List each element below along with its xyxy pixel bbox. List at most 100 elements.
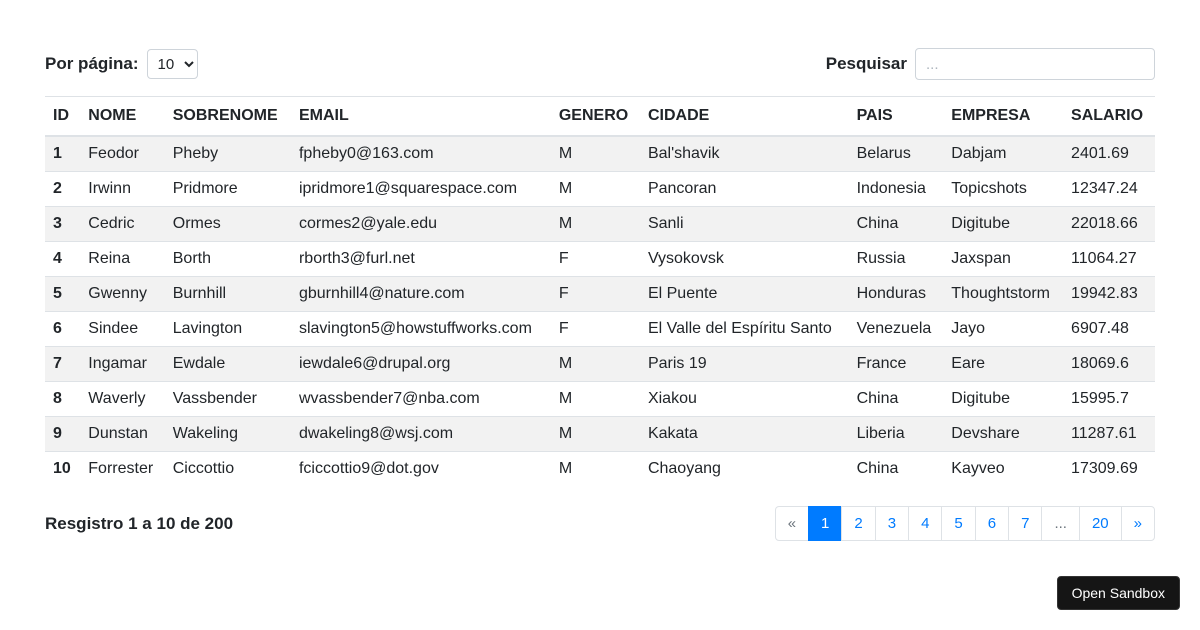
cell-sobrenome: Pridmore bbox=[165, 172, 291, 207]
cell-cidade: Sanli bbox=[640, 207, 849, 242]
col-email[interactable]: EMAIL bbox=[291, 97, 551, 137]
cell-genero: M bbox=[551, 382, 640, 417]
cell-nome: Forrester bbox=[80, 452, 164, 487]
cell-salario: 15995.7 bbox=[1063, 382, 1155, 417]
cell-pais: Honduras bbox=[849, 277, 944, 312]
search-input[interactable] bbox=[915, 48, 1155, 80]
col-salario[interactable]: SALARIO bbox=[1063, 97, 1155, 137]
cell-id: 1 bbox=[45, 136, 80, 172]
cell-nome: Reina bbox=[80, 242, 164, 277]
search-label: Pesquisar bbox=[826, 54, 907, 74]
cell-id: 2 bbox=[45, 172, 80, 207]
per-page-select[interactable]: 10 bbox=[147, 49, 198, 79]
page-prev-link: « bbox=[776, 507, 808, 540]
page-1-link[interactable]: 1 bbox=[809, 507, 841, 540]
page-6[interactable]: 6 bbox=[975, 506, 1009, 541]
cell-email: gburnhill4@nature.com bbox=[291, 277, 551, 312]
page-6-link[interactable]: 6 bbox=[976, 507, 1008, 540]
cell-cidade: El Valle del Espíritu Santo bbox=[640, 312, 849, 347]
page-3[interactable]: 3 bbox=[875, 506, 909, 541]
cell-nome: Irwinn bbox=[80, 172, 164, 207]
cell-genero: M bbox=[551, 172, 640, 207]
cell-nome: Dunstan bbox=[80, 417, 164, 452]
cell-pais: Indonesia bbox=[849, 172, 944, 207]
cell-salario: 11064.27 bbox=[1063, 242, 1155, 277]
cell-salario: 19942.83 bbox=[1063, 277, 1155, 312]
cell-pais: Liberia bbox=[849, 417, 944, 452]
cell-empresa: Jayo bbox=[943, 312, 1063, 347]
open-sandbox-button[interactable]: Open Sandbox bbox=[1057, 576, 1180, 610]
table-row: 10ForresterCiccottiofciccottio9@dot.govM… bbox=[45, 452, 1155, 487]
cell-sobrenome: Vassbender bbox=[165, 382, 291, 417]
col-id[interactable]: ID bbox=[45, 97, 80, 137]
cell-email: fciccottio9@dot.gov bbox=[291, 452, 551, 487]
col-nome[interactable]: NOME bbox=[80, 97, 164, 137]
cell-cidade: Bal'shavik bbox=[640, 136, 849, 172]
page-ellipsis: ... bbox=[1041, 506, 1080, 541]
col-sobrenome[interactable]: SOBRENOME bbox=[165, 97, 291, 137]
page-2-link[interactable]: 2 bbox=[842, 507, 874, 540]
cell-empresa: Devshare bbox=[943, 417, 1063, 452]
col-pais[interactable]: PAIS bbox=[849, 97, 944, 137]
page-1[interactable]: 1 bbox=[808, 506, 842, 541]
cell-salario: 12347.24 bbox=[1063, 172, 1155, 207]
cell-empresa: Digitube bbox=[943, 382, 1063, 417]
cell-sobrenome: Wakeling bbox=[165, 417, 291, 452]
col-empresa[interactable]: EMPRESA bbox=[943, 97, 1063, 137]
cell-sobrenome: Ormes bbox=[165, 207, 291, 242]
cell-genero: M bbox=[551, 207, 640, 242]
cell-cidade: Chaoyang bbox=[640, 452, 849, 487]
page-20-link[interactable]: 20 bbox=[1080, 507, 1121, 540]
cell-genero: F bbox=[551, 277, 640, 312]
cell-id: 6 bbox=[45, 312, 80, 347]
cell-email: slavington5@howstuffworks.com bbox=[291, 312, 551, 347]
page-4-link[interactable]: 4 bbox=[909, 507, 941, 540]
cell-id: 10 bbox=[45, 452, 80, 487]
page-next-link[interactable]: » bbox=[1122, 507, 1154, 540]
cell-nome: Sindee bbox=[80, 312, 164, 347]
page-7-link[interactable]: 7 bbox=[1009, 507, 1041, 540]
cell-sobrenome: Ewdale bbox=[165, 347, 291, 382]
cell-id: 3 bbox=[45, 207, 80, 242]
cell-pais: Russia bbox=[849, 242, 944, 277]
page-7[interactable]: 7 bbox=[1008, 506, 1042, 541]
cell-pais: China bbox=[849, 207, 944, 242]
cell-pais: China bbox=[849, 452, 944, 487]
cell-salario: 18069.6 bbox=[1063, 347, 1155, 382]
table-row: 3CedricOrmescormes2@yale.eduMSanliChinaD… bbox=[45, 207, 1155, 242]
cell-email: dwakeling8@wsj.com bbox=[291, 417, 551, 452]
page-3-link[interactable]: 3 bbox=[876, 507, 908, 540]
cell-cidade: Vysokovsk bbox=[640, 242, 849, 277]
table-row: 7IngamarEwdaleiewdale6@drupal.orgMParis … bbox=[45, 347, 1155, 382]
page-2[interactable]: 2 bbox=[841, 506, 875, 541]
cell-empresa: Dabjam bbox=[943, 136, 1063, 172]
cell-email: cormes2@yale.edu bbox=[291, 207, 551, 242]
cell-cidade: Pancoran bbox=[640, 172, 849, 207]
cell-email: fpheby0@163.com bbox=[291, 136, 551, 172]
cell-nome: Waverly bbox=[80, 382, 164, 417]
page-4[interactable]: 4 bbox=[908, 506, 942, 541]
col-genero[interactable]: GENERO bbox=[551, 97, 640, 137]
cell-empresa: Digitube bbox=[943, 207, 1063, 242]
page-next[interactable]: » bbox=[1121, 506, 1155, 541]
cell-genero: M bbox=[551, 452, 640, 487]
data-table: ID NOME SOBRENOME EMAIL GENERO CIDADE PA… bbox=[45, 96, 1155, 486]
cell-sobrenome: Lavington bbox=[165, 312, 291, 347]
cell-nome: Cedric bbox=[80, 207, 164, 242]
cell-id: 4 bbox=[45, 242, 80, 277]
cell-salario: 17309.69 bbox=[1063, 452, 1155, 487]
page-5-link[interactable]: 5 bbox=[942, 507, 974, 540]
table-row: 9DunstanWakelingdwakeling8@wsj.comMKakat… bbox=[45, 417, 1155, 452]
cell-nome: Gwenny bbox=[80, 277, 164, 312]
cell-cidade: Paris 19 bbox=[640, 347, 849, 382]
page-5[interactable]: 5 bbox=[941, 506, 975, 541]
per-page-label: Por página: bbox=[45, 54, 139, 74]
table-row: 8WaverlyVassbenderwvassbender7@nba.comMX… bbox=[45, 382, 1155, 417]
table-header-row: ID NOME SOBRENOME EMAIL GENERO CIDADE PA… bbox=[45, 97, 1155, 137]
search-control: Pesquisar bbox=[826, 48, 1155, 80]
cell-pais: Belarus bbox=[849, 136, 944, 172]
cell-genero: F bbox=[551, 312, 640, 347]
page-prev: « bbox=[775, 506, 809, 541]
page-20[interactable]: 20 bbox=[1079, 506, 1122, 541]
col-cidade[interactable]: CIDADE bbox=[640, 97, 849, 137]
